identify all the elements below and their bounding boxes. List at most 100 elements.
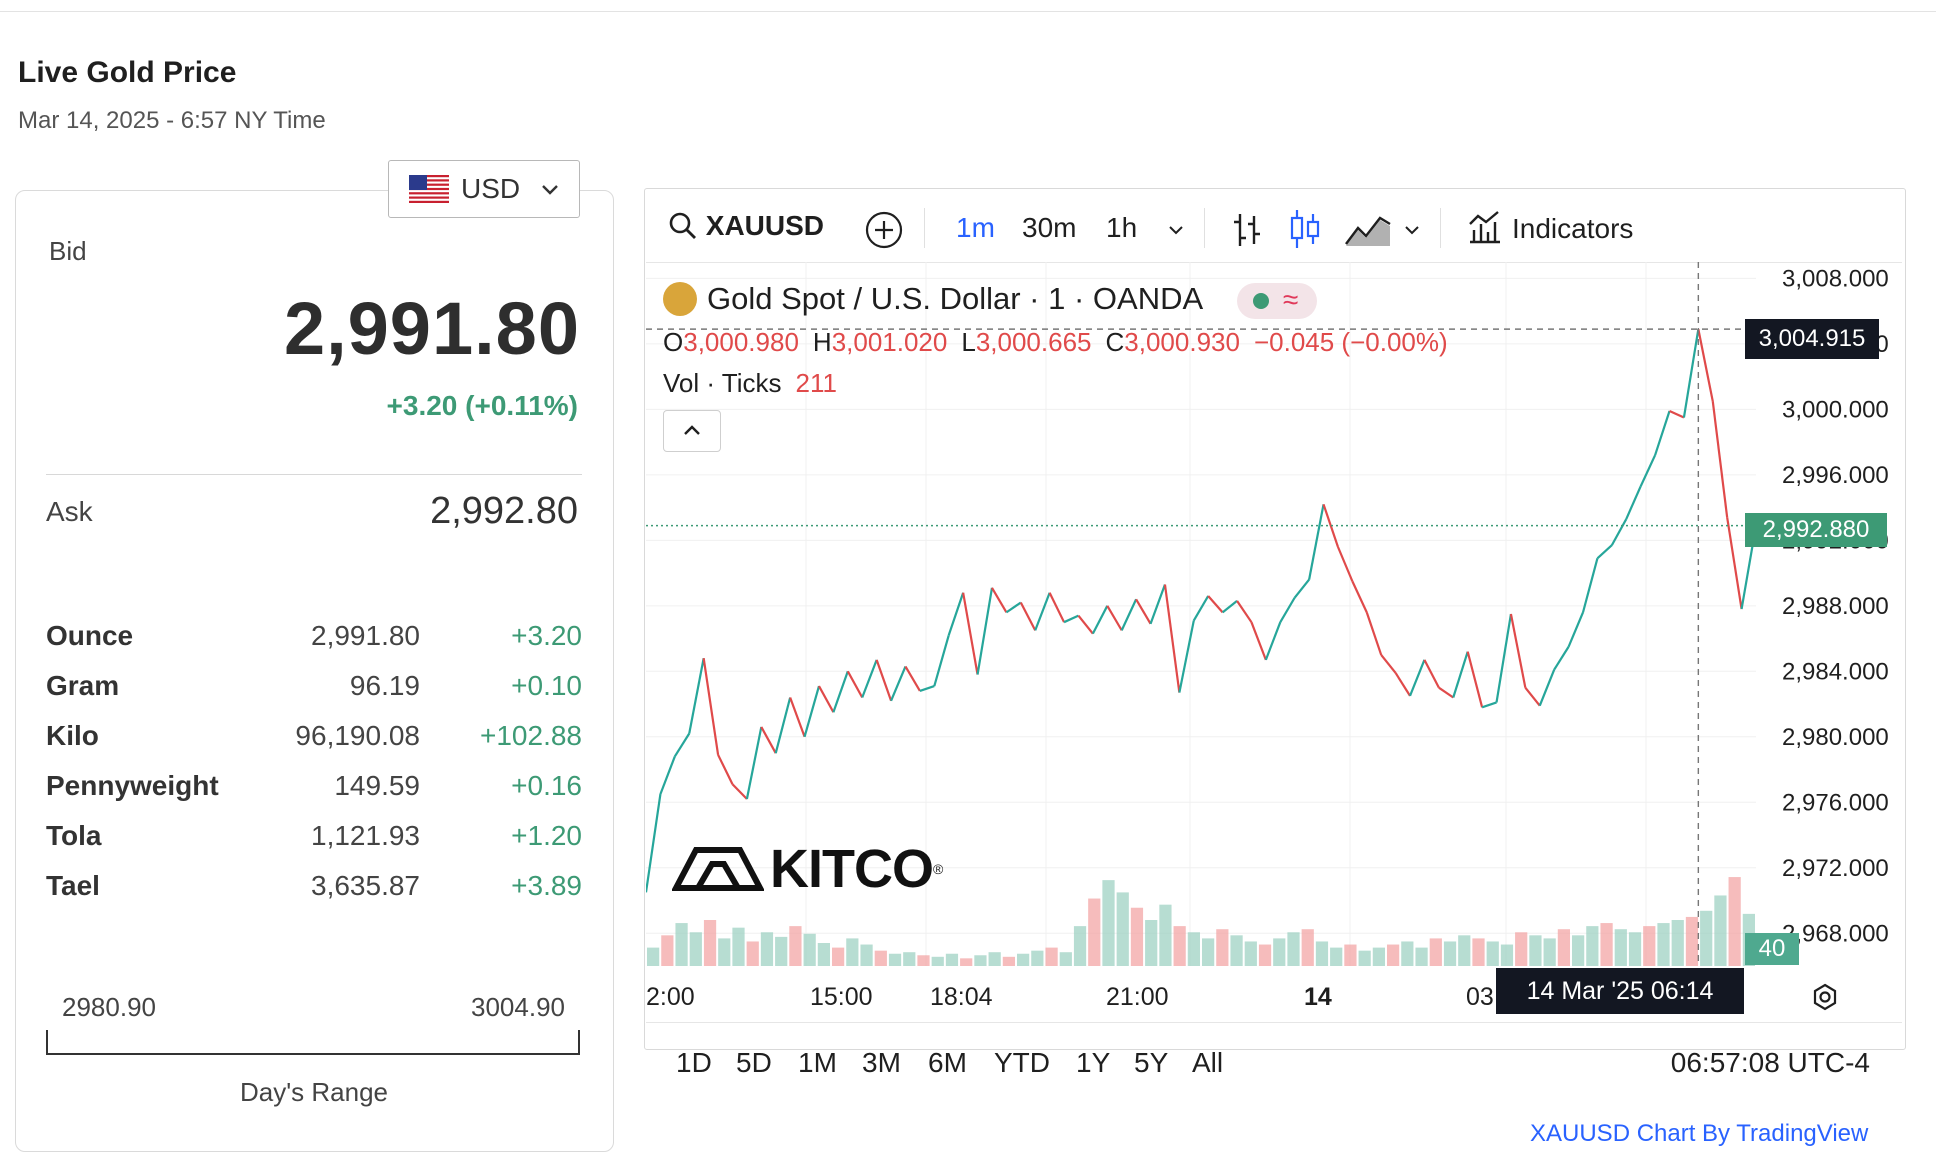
tradingview-attribution-link[interactable]: XAUUSD Chart By TradingView	[1530, 1120, 1868, 1148]
currency-select[interactable]: USD	[388, 160, 580, 218]
period-1y[interactable]: 1Y	[1076, 1047, 1110, 1079]
crosshair-price-tag: 3,004.915	[1745, 319, 1879, 359]
volume-bar	[1031, 950, 1044, 966]
volume-bar	[1273, 938, 1286, 966]
chevron-down-icon[interactable]	[1166, 220, 1186, 240]
price-segment	[1192, 595, 1210, 622]
volume-bar	[746, 941, 759, 966]
volume-bar	[1685, 916, 1699, 966]
unit-value: 96.19	[349, 670, 420, 701]
volume-bar	[1415, 947, 1428, 966]
price-segment	[1120, 598, 1138, 631]
volume-bar	[732, 927, 745, 966]
price-segment	[1293, 578, 1310, 599]
chart-settings-icon[interactable]	[1810, 982, 1840, 1012]
indicators-button[interactable]: Indicators	[1466, 208, 1633, 246]
volume-bar	[974, 955, 987, 966]
chevron-down-icon	[542, 185, 558, 195]
symbol-search[interactable]: XAUUSD	[668, 210, 824, 242]
price-segment	[745, 726, 763, 800]
period-6m[interactable]: 6M	[928, 1047, 967, 1079]
period-all[interactable]: All	[1192, 1047, 1223, 1079]
volume-bar	[1472, 938, 1485, 966]
volume-bar	[960, 958, 973, 966]
price-segment	[803, 685, 821, 738]
market-status-badge[interactable]: ≈	[1237, 283, 1317, 319]
chevron-down-icon[interactable]	[1402, 220, 1422, 240]
volume-bar	[703, 920, 717, 966]
volume-bar	[817, 943, 830, 966]
volume-bar	[1614, 929, 1627, 966]
price-segment	[1682, 328, 1700, 418]
bid-value: 2,991.80	[283, 287, 580, 370]
volume-readout: Vol · Ticks 211	[663, 368, 837, 399]
volume-bar	[718, 938, 731, 966]
price-segment	[1596, 544, 1613, 560]
price-segment	[1639, 454, 1657, 487]
ohlc-readout: O 3,000.980 H 3,001.020 L 3,000.665 C 3,000.…	[663, 327, 1462, 358]
price-segment	[976, 587, 994, 675]
price-segment	[1163, 584, 1181, 693]
volume-bar	[1557, 929, 1570, 966]
price-segment	[1466, 651, 1484, 708]
y-tick-label: 2,976.000	[1782, 789, 1889, 816]
volume-bar	[846, 938, 859, 966]
unit-change: +102.88	[480, 720, 582, 751]
interval-1h[interactable]: 1h	[1106, 212, 1137, 244]
price-segment	[846, 670, 864, 699]
price-segment	[717, 754, 734, 785]
price-segment	[818, 685, 835, 713]
volume-bar	[1187, 932, 1200, 966]
ohlc-close: 3,000.930	[1124, 327, 1240, 357]
volume-bar	[1401, 941, 1414, 966]
volume-tag: 40	[1745, 933, 1799, 965]
volume-bar	[1017, 953, 1030, 966]
price-segment	[1625, 485, 1642, 520]
area-chart-icon[interactable]	[1344, 210, 1392, 250]
period-5y[interactable]: 5Y	[1134, 1047, 1168, 1079]
price-segment	[947, 592, 965, 636]
interval-30m[interactable]: 30m	[1022, 212, 1076, 244]
interval-1m[interactable]: 1m	[956, 212, 995, 244]
price-segment	[1019, 602, 1037, 631]
price-segment	[1048, 592, 1066, 623]
price-segment	[1452, 651, 1469, 698]
price-segment	[1091, 605, 1109, 635]
price-segment	[1409, 659, 1426, 697]
compare-add-icon[interactable]	[864, 210, 904, 250]
volume-bar	[1088, 898, 1101, 966]
bar-chart-type-icon[interactable]	[1230, 210, 1264, 250]
toolbar-separator	[1204, 208, 1205, 248]
period-ytd[interactable]: YTD	[994, 1047, 1050, 1079]
period-1d[interactable]: 1D	[676, 1047, 712, 1079]
volume-bar	[1728, 877, 1741, 966]
price-segment	[1135, 598, 1152, 625]
volume-bar	[661, 935, 674, 966]
collapse-legend-button[interactable]	[663, 410, 721, 452]
volume-bar	[1429, 938, 1442, 966]
volume-bar	[760, 932, 774, 966]
period-1m[interactable]: 1M	[798, 1047, 837, 1079]
price-segment	[1034, 592, 1051, 631]
volume-bar	[1073, 926, 1087, 966]
volume-bar	[1458, 935, 1471, 966]
candlestick-icon[interactable]	[1288, 208, 1322, 250]
volume-bar	[803, 933, 816, 966]
volume-bar	[1045, 947, 1058, 966]
volume-bar	[675, 923, 688, 966]
period-5d[interactable]: 5D	[736, 1047, 772, 1079]
kitco-logo: KITCO ®	[672, 838, 943, 900]
us-flag-icon	[409, 175, 449, 203]
volume-bar	[1500, 944, 1514, 966]
period-3m[interactable]: 3M	[862, 1047, 901, 1079]
ohlc-high: 3,001.020	[831, 327, 948, 357]
volume-bar	[1059, 952, 1072, 966]
y-tick-label: 2,980.000	[1782, 724, 1889, 751]
unit-change: +3.20	[511, 620, 582, 651]
unit-change: +3.89	[511, 870, 582, 901]
unit-row-pennyweight: Pennyweight 149.59 +0.16	[46, 770, 582, 820]
volume-bar	[1244, 941, 1257, 966]
price-segment	[1495, 613, 1513, 703]
toolbar-separator	[924, 208, 925, 248]
price-segment	[1423, 659, 1440, 689]
